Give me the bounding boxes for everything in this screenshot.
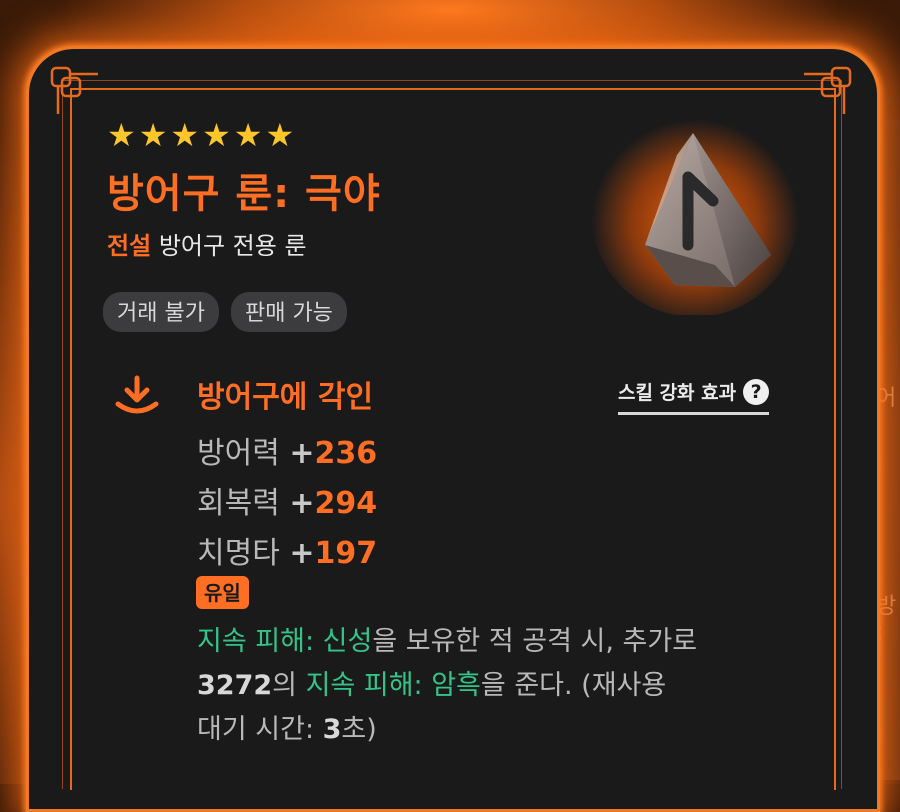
effect-text: 을 준다. (재사용 <box>480 670 667 701</box>
tag-untradeable: 거래 불가 <box>103 292 219 332</box>
star-icon: ★ <box>265 116 295 154</box>
unique-effect-description: 지속 피해: 신성을 보유한 적 공격 시, 추가로 3272의 지속 피해: … <box>197 620 797 752</box>
stat-row: 방어력 +236 <box>197 428 377 472</box>
engrave-download-icon <box>115 375 159 414</box>
stat-plus: + <box>289 436 315 471</box>
stat-name: 방어력 <box>197 436 280 471</box>
unique-badge: 유일 <box>196 576 249 609</box>
effect-number: 3 <box>322 714 342 745</box>
effect-keyword: 지속 피해: 신성 <box>197 626 373 657</box>
stat-value: 294 <box>314 486 378 521</box>
item-category: 방어구 전용 룬 <box>158 232 307 260</box>
rune-stone-icon <box>591 109 799 315</box>
item-subtitle: 전설 방어구 전용 룬 <box>107 226 307 261</box>
skill-enhance-label: 스킬 강화 효과 <box>618 382 737 404</box>
stat-value: 236 <box>314 436 378 471</box>
effect-text: 대기 시간: <box>197 714 323 745</box>
star-icon: ★ <box>138 116 168 154</box>
item-tags: 거래 불가 판매 가능 <box>103 292 347 332</box>
stat-name: 치명타 <box>197 536 280 571</box>
stat-plus: + <box>289 486 315 521</box>
stat-value: 197 <box>314 536 378 571</box>
effect-text: 의 <box>272 670 306 701</box>
tag-sellable: 판매 가능 <box>230 292 347 332</box>
knot-corner-icon <box>50 66 98 114</box>
help-icon[interactable]: ? <box>743 378 770 405</box>
stat-row: 회복력 +294 <box>197 478 377 522</box>
effect-text: 초) <box>341 714 377 745</box>
item-title: 방어구 룬: 극야 <box>107 171 381 217</box>
knot-corner-icon <box>804 66 852 114</box>
effect-text: 을 보유한 적 공격 시, 추가로 <box>372 626 698 657</box>
stat-plus: + <box>289 536 315 571</box>
stat-name: 회복력 <box>197 486 280 521</box>
star-icon: ★ <box>107 116 136 154</box>
star-icon: ★ <box>202 116 231 154</box>
star-icon: ★ <box>170 116 200 154</box>
skill-enhance-link[interactable]: 스킬 강화 효과 ? <box>618 378 770 415</box>
star-icon: ★ <box>233 116 263 154</box>
effect-number: 3272 <box>197 670 273 701</box>
engrave-title: 방어구에 각인 <box>197 380 374 415</box>
item-grade: 전설 <box>107 232 152 260</box>
rarity-stars: ★ ★ ★ ★ ★ ★ <box>107 118 294 152</box>
stat-row: 치명타 +197 <box>197 528 377 572</box>
effect-keyword: 지속 피해: 암흑 <box>305 670 481 701</box>
